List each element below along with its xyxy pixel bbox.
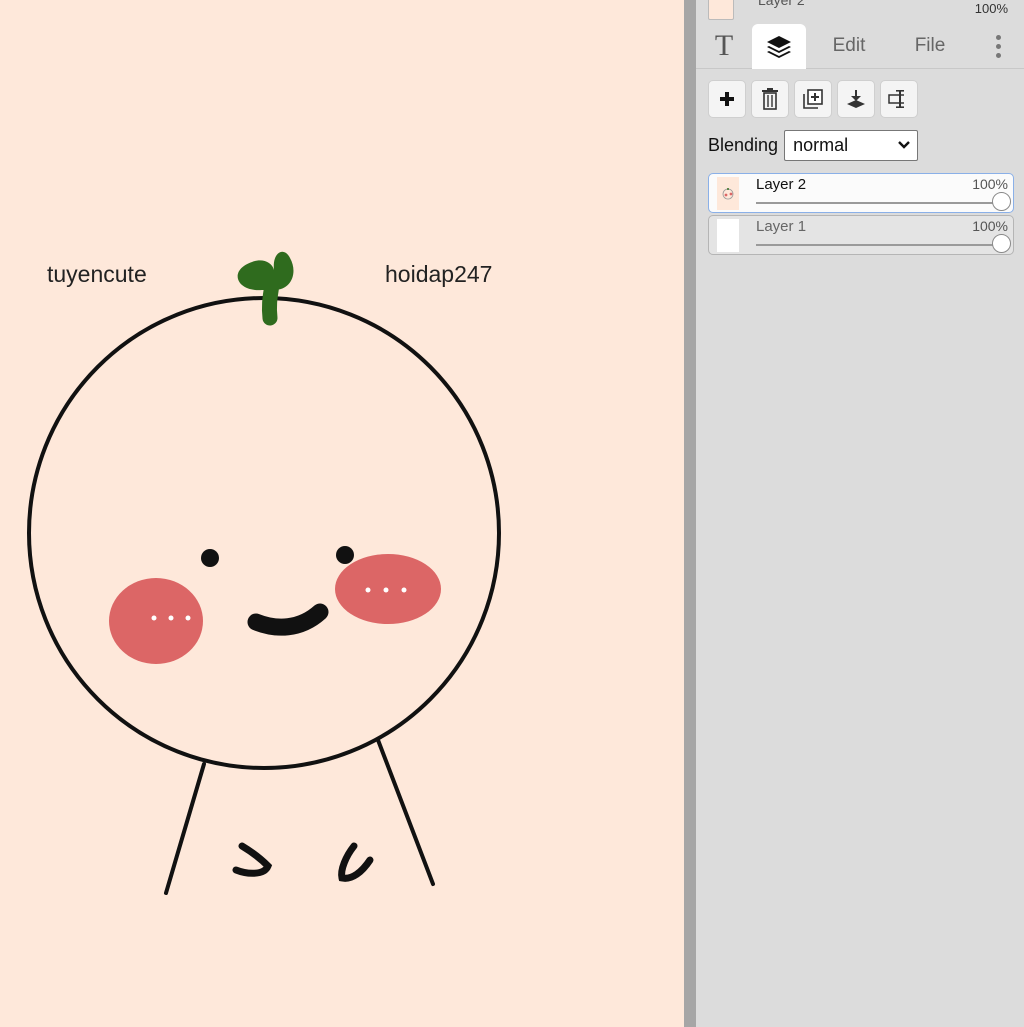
layer-toolbar bbox=[708, 80, 918, 118]
right-eye bbox=[336, 546, 354, 564]
merge-down-icon bbox=[847, 90, 865, 108]
opacity-slider-thumb[interactable] bbox=[991, 192, 1011, 211]
add-layer-button[interactable] bbox=[708, 80, 746, 118]
tab-file[interactable]: File bbox=[902, 24, 958, 68]
panel-divider[interactable] bbox=[684, 0, 696, 1027]
rename-layer-icon bbox=[888, 90, 908, 108]
mouth bbox=[247, 603, 329, 636]
canvas-drawing bbox=[27, 251, 501, 895]
panel-tabs: T Edit File bbox=[696, 24, 1024, 69]
opacity-slider-track[interactable] bbox=[756, 202, 999, 204]
blending-row: Blending normal bbox=[708, 129, 919, 161]
right-hand bbox=[338, 842, 374, 882]
duplicate-layer-button[interactable] bbox=[794, 80, 832, 118]
layer-opacity: 100% bbox=[974, 1, 1008, 16]
sprout-drawing bbox=[237, 251, 294, 326]
side-panel: Layer 2 100% T Edit File Blending normal… bbox=[696, 0, 1024, 1027]
left-cheek bbox=[109, 578, 203, 664]
delete-layer-button[interactable] bbox=[751, 80, 789, 118]
opacity-slider-thumb[interactable] bbox=[991, 234, 1011, 253]
canvas-text-hoidap247: hoidap247 bbox=[385, 261, 493, 287]
chevron-down-icon bbox=[898, 141, 910, 149]
opacity-slider-track[interactable] bbox=[756, 244, 999, 246]
layer-row-partial[interactable]: Layer 2 100% bbox=[696, 0, 1024, 22]
more-vertical-icon bbox=[995, 34, 1001, 58]
layer-name: Layer 2 bbox=[758, 0, 805, 8]
rename-layer-button[interactable] bbox=[880, 80, 918, 118]
tab-layers[interactable] bbox=[752, 24, 806, 69]
text-tool-icon: T bbox=[714, 29, 734, 62]
layer-name: Layer 2 bbox=[756, 176, 807, 193]
left-hand bbox=[232, 842, 273, 877]
tab-text[interactable]: T bbox=[702, 24, 746, 68]
drawing-canvas[interactable]: tuyencute hoidap247 bbox=[0, 0, 684, 1027]
layer-thumbnail bbox=[717, 219, 739, 252]
more-menu-button[interactable] bbox=[984, 24, 1012, 68]
blending-mode-value: normal bbox=[793, 134, 849, 155]
layer-row-layer-1[interactable]: Layer 1 100% bbox=[708, 215, 1014, 255]
layer-thumbnail bbox=[708, 0, 734, 20]
delete-layer-icon bbox=[762, 88, 778, 110]
layers-icon bbox=[767, 35, 791, 58]
blending-label: Blending bbox=[708, 134, 779, 155]
head-circle bbox=[27, 296, 501, 770]
layer-thumbnail bbox=[717, 177, 739, 210]
add-layer-icon bbox=[720, 92, 734, 106]
blending-mode-select[interactable]: normal bbox=[784, 129, 919, 161]
left-eye bbox=[201, 549, 219, 567]
left-body-line bbox=[164, 762, 206, 895]
layer-row-layer-2[interactable]: Layer 2 100% bbox=[708, 173, 1014, 213]
layer-opacity: 100% bbox=[972, 218, 1008, 234]
right-body-line bbox=[376, 738, 435, 886]
layer-opacity: 100% bbox=[972, 176, 1008, 192]
tab-edit[interactable]: Edit bbox=[818, 24, 880, 68]
duplicate-layer-icon bbox=[803, 89, 823, 109]
canvas-text-tuyencute: tuyencute bbox=[47, 261, 147, 287]
layer-name: Layer 1 bbox=[756, 218, 807, 235]
merge-down-button[interactable] bbox=[837, 80, 875, 118]
